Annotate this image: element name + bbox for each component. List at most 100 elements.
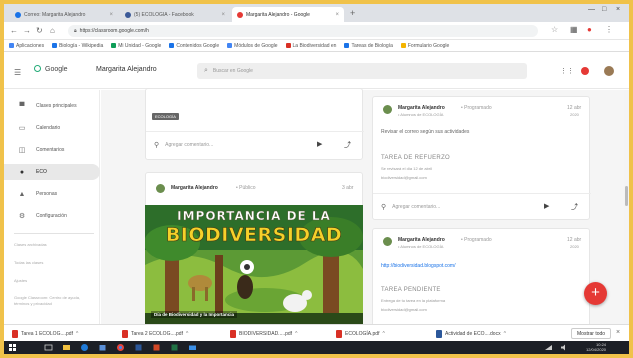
sidebar-item-calendario[interactable]: ▭ Calendario [4,120,100,136]
download-filename: Actividad de ECO....docx [445,330,501,337]
maximize-icon[interactable]: □ [602,6,606,13]
share-icon[interactable]: ⤴ [571,202,578,212]
download-item[interactable]: Tarea 1 ECOLOG....pdf ^ [12,328,78,339]
apps-grid-icon[interactable]: ⋮⋮ [560,67,574,75]
post-year: 2020 [570,244,579,249]
close-downloads-icon[interactable]: × [616,329,620,336]
close-tab-icon[interactable]: × [335,12,339,18]
download-item[interactable]: BIODIVERSIDAD.....pdf ^ [230,328,297,339]
search-bar[interactable]: ⌕ Buscar en Google [197,63,527,79]
back-icon[interactable]: ← [10,26,18,35]
chevron-up-icon[interactable]: ^ [382,331,384,337]
search-placeholder: Buscar en Google [212,68,253,74]
page-scrollbar[interactable] [624,90,629,324]
task-view-icon[interactable] [44,343,53,352]
store-icon[interactable] [98,343,107,352]
doc-file-icon [436,329,442,338]
sidebar-item-comentarios[interactable]: ◫ Comentarios [4,142,100,158]
facebook-favicon-icon [125,11,131,18]
stream-area: ECOLOGÍA ⚲ Agregar comentario... ▶ ⤴ Mar… [101,88,629,330]
bookmark-item[interactable]: Tareas de Biología [344,43,393,49]
show-all-downloads-button[interactable]: Mostrar todo [571,328,612,339]
star-icon[interactable]: ☆ [551,25,558,34]
bookmark-label: Módulos de Google [234,42,278,49]
address-bar[interactable]: 🔒︎ https://classroom.google.com/h [68,25,538,37]
bookmark-item[interactable]: La Biodiversidad en [285,43,336,49]
tab-facebook[interactable]: (5) ECOLOGÍA - Facebook × [120,7,230,22]
bookmark-item[interactable]: Módulos de Google [227,42,278,49]
powerpoint-icon[interactable] [152,343,161,352]
downloads-bar: Tarea 1 ECOLOG....pdf ^ Tarea 2 ECOLOG..… [4,324,629,341]
minimize-icon[interactable]: — [588,6,595,13]
volume-icon[interactable] [560,343,569,352]
chevron-up-icon[interactable]: ^ [186,331,188,337]
share-icon[interactable]: ⤴ [344,140,351,150]
post-card-top: ECOLOGÍA ⚲ Agregar comentario... ▶ ⤴ [145,88,364,160]
bookmark-icon [285,43,291,48]
sidebar-archived-link[interactable]: Clases archivadas [14,242,96,248]
post-audience[interactable]: • Alumnos de ECOLOGÍA [398,112,443,117]
profile-icon[interactable]: ● [587,25,592,34]
post-date: 12 abr [567,237,582,243]
sidebar-item-personas[interactable]: ▲ Personas [4,186,100,202]
bookmark-icon [344,43,350,48]
reload-icon[interactable]: ↻ [36,26,43,35]
download-item[interactable]: ECOLOGÍA.pdf ^ [336,328,385,339]
edge-icon[interactable] [80,343,89,352]
tab-classroom[interactable]: Margarita Alejandro - Google × [232,7,344,22]
post-link[interactable]: http://biodiversidad.blogspot.com/ [381,263,456,269]
word-icon[interactable] [134,343,143,352]
file-explorer-icon[interactable] [62,343,71,352]
attach-icon[interactable]: ▶ [544,202,549,210]
tab-correo[interactable]: Correo: Margarita Alejandro × [10,7,118,22]
hamburger-menu-icon[interactable]: ☰ [14,68,21,77]
home-icon[interactable]: ⌂ [50,26,55,35]
forward-icon[interactable]: → [23,26,31,35]
bookmark-item[interactable]: Contenidos Google [169,43,219,49]
sidebar-settings-link[interactable]: Ajustes [14,278,96,284]
sidebar-all-classes-link[interactable]: Todas las clases [14,260,96,266]
bookmark-item[interactable]: Mi Unidad - Google [111,43,161,49]
download-item[interactable]: Actividad de ECO....docx ^ [436,328,506,339]
network-icon[interactable] [544,343,553,352]
browser-menu-icon[interactable]: ⋮ [605,25,613,34]
notification-icon[interactable] [581,67,589,75]
mail-icon[interactable] [188,343,197,352]
comment-row: ⚲ Agregar comentario... [381,203,440,211]
lock-icon: 🔒︎ [74,28,77,34]
post-email: biodiversidad@gmail.com [381,175,427,180]
avatar[interactable] [604,66,614,76]
sidebar-item-eco[interactable]: ● ECO [4,164,100,180]
close-tab-icon[interactable]: × [221,12,225,18]
tab-strip: Correo: Margarita Alejandro × (5) ECOLOG… [4,4,629,22]
app-header: ☰ Google Margarita Alejandro ⌕ Buscar en… [4,53,629,89]
attach-icon[interactable]: ▶ [317,140,322,148]
sidebar-item-clases[interactable]: ▀ Clases principales [4,98,100,114]
extension-icon[interactable]: ▦ [570,25,578,34]
post-card-pendiente: Margarita Alejandro • Programado • Alumn… [372,228,590,328]
download-item[interactable]: Tarea 2 ECOLOG....pdf ^ [122,328,188,339]
comment-input[interactable]: Agregar comentario... [392,204,440,210]
biodiversidad-banner-image[interactable]: IMPORTANCIA DE LA BIODIVERSIDAD Día de B… [145,205,363,325]
windows-start-icon[interactable] [8,343,17,352]
chevron-up-icon[interactable]: ^ [295,331,297,337]
excel-icon[interactable] [170,343,179,352]
chevron-up-icon[interactable]: ^ [504,331,506,337]
post-date: 12 abr [567,105,582,111]
window-close-icon[interactable]: × [616,6,620,13]
new-tab-button[interactable]: + [350,8,355,18]
chevron-up-icon[interactable]: ^ [76,331,78,337]
brand-name[interactable]: Google [45,66,68,73]
post-audience[interactable]: • Alumnos de ECOLOGÍA [398,244,443,249]
bookmark-item[interactable]: Biología - Wikipedia [52,43,103,49]
sidebar-item-configuracion[interactable]: ⚙ Configuración [4,208,100,224]
close-tab-icon[interactable]: × [109,12,113,18]
taskbar-clock[interactable]: 10:24 12/04/2020 [586,342,606,352]
bookmark-item[interactable]: Formulario Google [400,43,449,49]
sidebar-item-label: ECO [36,169,47,175]
bookmark-item[interactable]: Aplicaciones [9,43,44,49]
chrome-icon[interactable] [116,343,125,352]
scrollbar-thumb[interactable] [625,186,628,206]
add-post-button[interactable]: + [584,282,607,305]
comment-input[interactable]: Agregar comentario... [165,142,213,148]
